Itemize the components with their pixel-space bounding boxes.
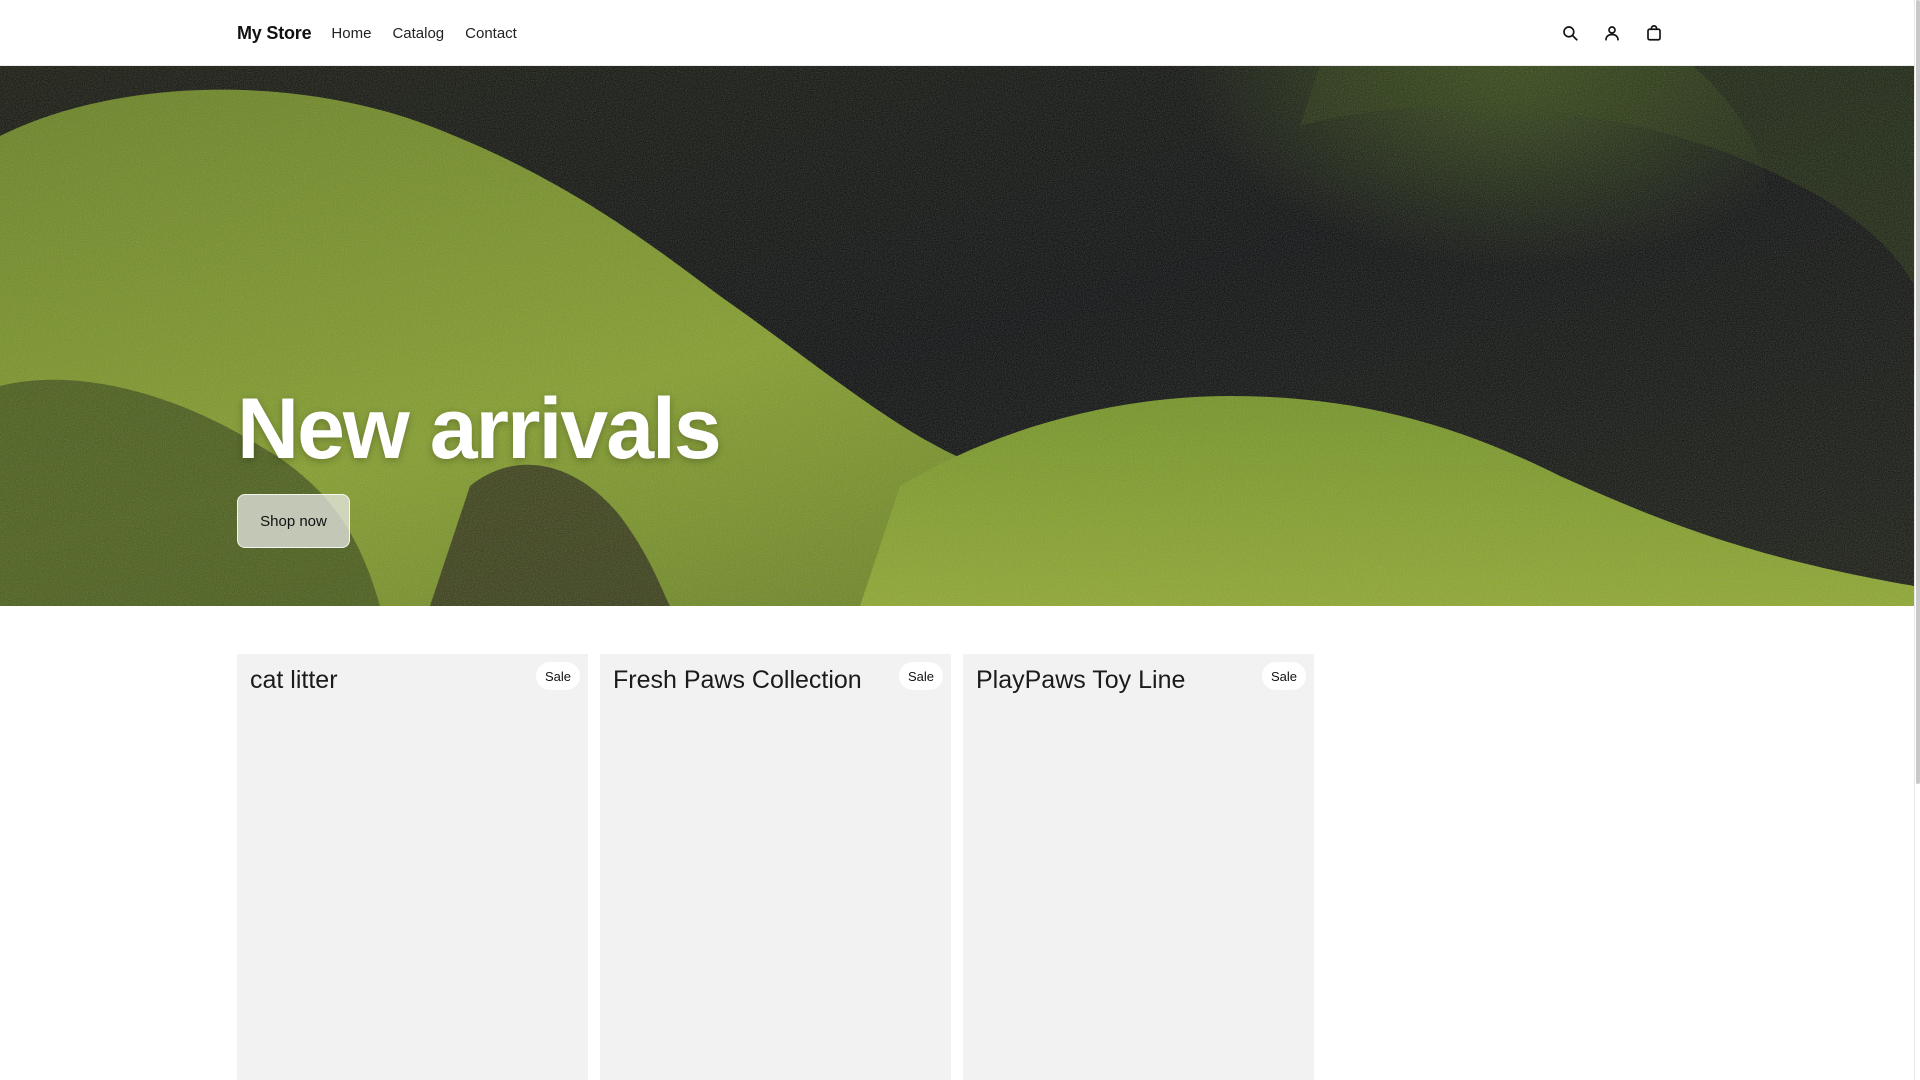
product-card[interactable]: Fresh Paws Collection Sale [600,654,951,1080]
page: My Store Home Catalog Contact New arriva… [0,0,1920,1080]
product-grid: cat litter Sale Fresh Paws Collection Sa… [237,654,1326,1080]
page-scrollbar[interactable] [1914,0,1920,1080]
hero-content: New arrivals Shop now [237,381,722,548]
shop-now-button[interactable]: Shop now [237,494,350,548]
product-card[interactable]: cat litter Sale [237,654,588,1080]
sale-badge: Sale [898,662,943,690]
store-logo-link[interactable]: My Store [237,23,312,44]
search-button[interactable] [1558,21,1582,45]
product-title[interactable]: Fresh Paws Collection [613,666,862,695]
product-card[interactable]: PlayPaws Toy Line Sale [963,654,1314,1080]
site-header: My Store Home Catalog Contact [0,0,1914,66]
account-button[interactable] [1600,21,1624,45]
nav-home[interactable]: Home [331,25,371,42]
cart-icon [1647,25,1661,41]
scrollbar-thumb[interactable] [1916,0,1920,784]
main-nav: Home Catalog Contact [331,25,537,42]
nav-contact[interactable]: Contact [465,25,517,42]
search-icon [1563,26,1578,41]
sale-badge: Sale [535,662,580,690]
viewport: My Store Home Catalog Contact New arriva… [0,0,1914,1080]
hero-title: New arrivals [237,381,722,477]
cart-button[interactable] [1642,21,1666,45]
product-title[interactable]: cat litter [250,666,338,695]
nav-catalog[interactable]: Catalog [392,25,444,42]
product-title[interactable]: PlayPaws Toy Line [976,666,1185,695]
hero-banner: New arrivals Shop now [0,66,1914,606]
header-actions [1540,21,1666,45]
sale-badge: Sale [1261,662,1306,690]
account-icon [1605,26,1619,41]
header-inner: My Store Home Catalog Contact [237,0,1666,66]
